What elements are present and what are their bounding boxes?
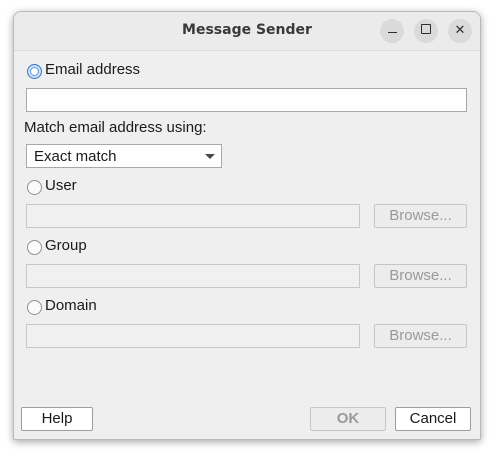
user-field[interactable] <box>26 204 360 228</box>
email-address-field[interactable] <box>26 88 467 112</box>
close-icon[interactable]: ✕ <box>448 19 472 43</box>
domain-browse-button[interactable]: Browse... <box>374 324 467 348</box>
match-label: Match email address using: <box>24 119 207 136</box>
group-label: Group <box>45 237 87 254</box>
title-bar: Message Sender ✕ <box>14 12 480 51</box>
group-radio[interactable] <box>27 240 42 255</box>
domain-radio[interactable] <box>27 300 42 315</box>
email-address-radio[interactable] <box>27 64 42 79</box>
domain-label: Domain <box>45 297 97 314</box>
match-type-value: Exact match <box>34 148 117 165</box>
email-address-label: Email address <box>45 61 141 78</box>
match-type-select[interactable]: Exact match <box>26 144 222 168</box>
cancel-button[interactable]: Cancel <box>395 407 471 431</box>
group-browse-button[interactable]: Browse... <box>374 264 467 288</box>
domain-field[interactable] <box>26 324 360 348</box>
chevron-down-icon <box>205 154 215 159</box>
message-sender-dialog: Message Sender ✕ Email address Match ema… <box>13 11 481 440</box>
window-title: Message Sender <box>182 22 312 38</box>
user-radio[interactable] <box>27 180 42 195</box>
user-label: User <box>45 177 77 194</box>
maximize-icon[interactable] <box>414 19 438 43</box>
user-browse-button[interactable]: Browse... <box>374 204 467 228</box>
group-field[interactable] <box>26 264 360 288</box>
ok-button[interactable]: OK <box>310 407 386 431</box>
help-button[interactable]: Help <box>21 407 93 431</box>
minimize-icon[interactable] <box>380 19 404 43</box>
